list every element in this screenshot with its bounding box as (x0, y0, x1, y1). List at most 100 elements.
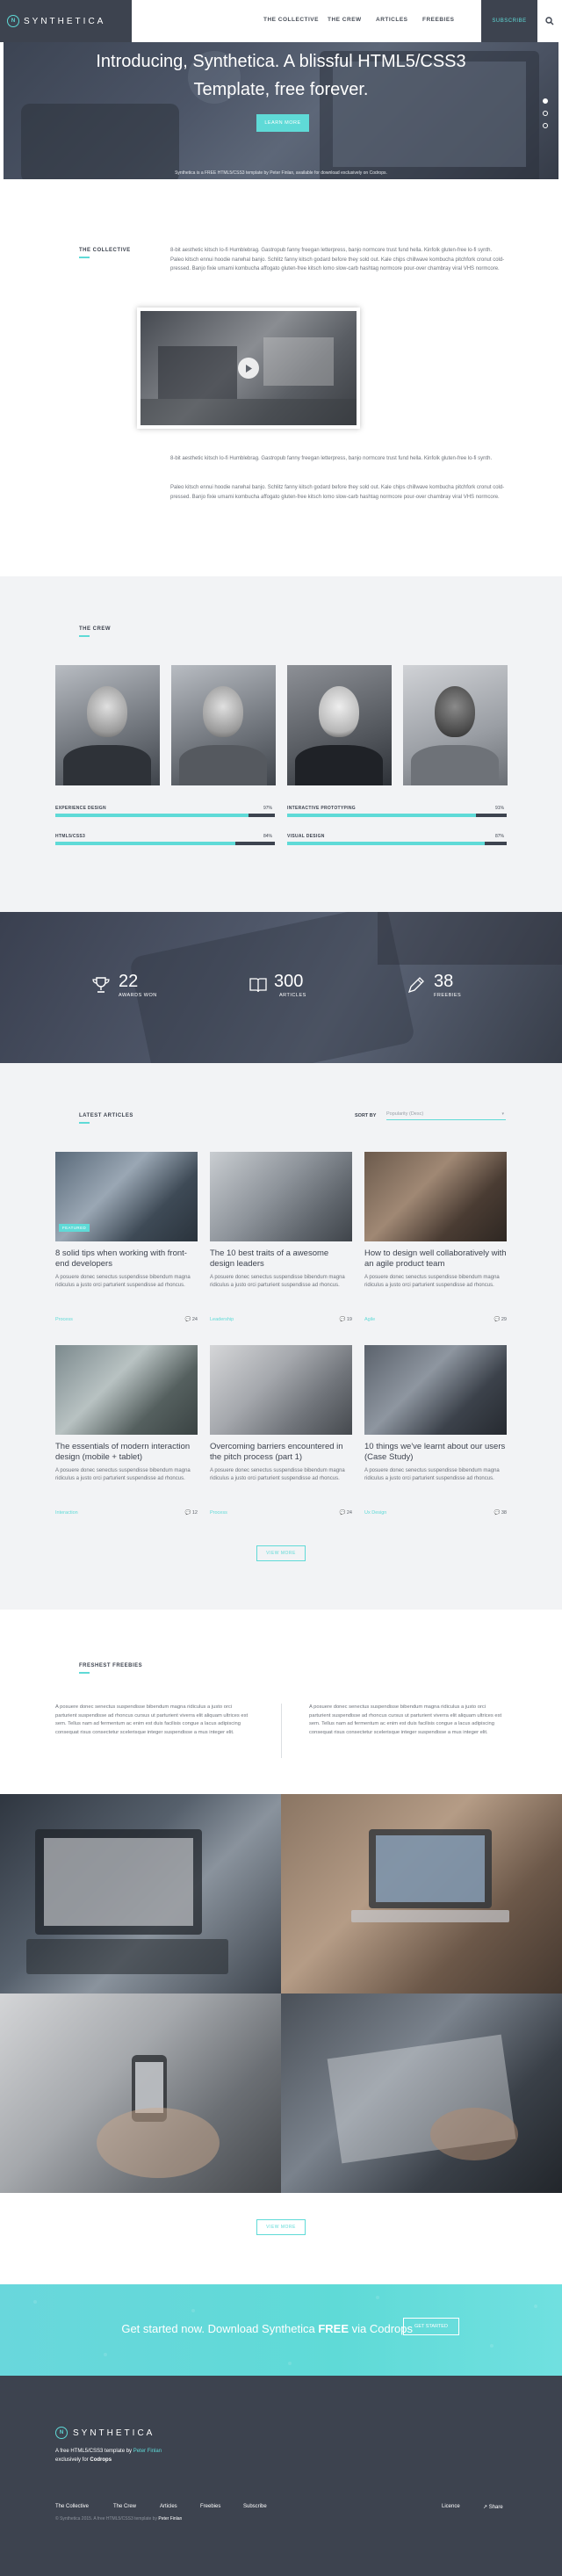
footer-link-subscribe[interactable]: Subscribe (243, 2504, 267, 2509)
article-tag-5[interactable]: Process (210, 1510, 227, 1516)
nav-the-collective[interactable]: THE COLLECTIVE (263, 17, 319, 23)
article-title-1[interactable]: 8 solid tips when working with front-end… (55, 1248, 198, 1270)
sort-select[interactable]: Popularity (Desc) ▾ (386, 1109, 506, 1120)
footer-link-crew[interactable]: The Crew (113, 2504, 136, 2509)
nav-the-crew[interactable]: THE CREW (328, 17, 362, 23)
freebie-image-2[interactable] (281, 1794, 562, 1994)
article-card-2[interactable]: The 10 best traits of a awesome design l… (210, 1152, 352, 1290)
skill-bar-fill-2 (287, 814, 476, 817)
article-tag-2[interactable]: Leadership (210, 1317, 234, 1322)
heading-underline (79, 635, 90, 637)
stat-label-3: FREEBIES (434, 993, 462, 998)
article-thumbnail-2[interactable] (210, 1152, 352, 1241)
freebie-image-2-scene (351, 1829, 509, 1922)
slider-dot-1[interactable] (543, 98, 548, 104)
footer-link-freebies[interactable]: Freebies (200, 2504, 220, 2509)
article-excerpt-6: A posuere donec senectus suspendisse bib… (364, 1468, 500, 1481)
article-comments-2: 💬 19 (339, 1317, 352, 1322)
article-card-3[interactable]: How to design well collaboratively with … (364, 1152, 507, 1290)
footer-tagline-2: exclusively for Codrops (55, 2457, 112, 2463)
footer-copyright: © Synthetica 2015. A free HTML5/CSS3 tem… (55, 2516, 183, 2522)
article-tag-4[interactable]: Interaction (55, 1510, 78, 1516)
search-button[interactable] (537, 0, 562, 42)
freebie-image-4-scene (327, 2034, 518, 2164)
skill-label-4: VISUAL DESIGN (287, 834, 325, 839)
skill-bar-1 (55, 814, 275, 817)
article-title-3[interactable]: How to design well collaboratively with … (364, 1248, 507, 1270)
article-card-1[interactable]: FEATURED 8 solid tips when working with … (55, 1152, 198, 1290)
freebie-image-3[interactable] (0, 1994, 281, 2193)
article-card-6[interactable]: 10 things we've learnt about our users (… (364, 1345, 507, 1483)
article-comments-1: 💬 24 (184, 1317, 198, 1322)
stat-icon-2 (249, 975, 268, 999)
stat-number-1: 22 (119, 972, 139, 991)
skill-bar-2 (287, 814, 507, 817)
crew-photo-2 (171, 665, 276, 785)
subscribe-button[interactable]: SUBSCRIBE (481, 0, 537, 42)
share-icon: ↗ (483, 2505, 488, 2510)
learn-more-button[interactable]: LEARN MORE (256, 114, 309, 132)
codrops-link[interactable]: Codrops (90, 2457, 112, 2463)
footer-link-articles[interactable]: Articles (160, 2504, 177, 2509)
article-tag-6[interactable]: Ux Design (364, 1510, 386, 1516)
article-title-5[interactable]: Overcoming barriers encountered in the p… (210, 1442, 352, 1463)
footer-logo[interactable]: N SYNTHETICA (55, 2427, 155, 2439)
article-excerpt-5: A posuere donec senectus suspendisse bib… (210, 1468, 345, 1481)
article-comments-4: 💬 12 (184, 1510, 198, 1516)
stat-number-2: 300 (274, 972, 304, 991)
video-player[interactable] (137, 308, 360, 429)
book-icon (249, 978, 267, 993)
article-thumbnail-4[interactable] (55, 1345, 198, 1435)
comment-icon: 💬 (184, 1317, 191, 1322)
article-title-6[interactable]: 10 things we've learnt about our users (… (364, 1442, 507, 1463)
comment-icon: 💬 (184, 1510, 191, 1516)
play-button[interactable] (238, 358, 259, 379)
article-title-2[interactable]: The 10 best traits of a awesome design l… (210, 1248, 352, 1270)
footer-logo-mark-icon: N (55, 2427, 68, 2439)
heading-underline (79, 1122, 90, 1124)
articles-heading: LATEST ARTICLES (79, 1113, 133, 1118)
nav-freebies[interactable]: FREEBIES (422, 17, 455, 23)
slider-dot-2[interactable] (543, 111, 548, 116)
stat-number-3: 38 (434, 972, 454, 991)
footer-share-button[interactable]: ↗ Share (483, 2504, 503, 2510)
freebies-view-more-button[interactable]: VIEW MORE (256, 2219, 306, 2235)
article-title-4[interactable]: The essentials of modern interaction des… (55, 1442, 198, 1463)
freebie-image-1-scene (26, 1829, 228, 1974)
article-excerpt-2: A posuere donec senectus suspendisse bib… (210, 1275, 345, 1288)
article-tag-3[interactable]: Agile (364, 1317, 375, 1322)
article-comments-3: 💬 29 (494, 1317, 507, 1322)
skill-bar-3 (55, 842, 275, 845)
cta-text: Get started now. Download Synthetica FRE… (121, 2322, 413, 2335)
article-thumbnail-5[interactable] (210, 1345, 352, 1435)
article-card-4[interactable]: The essentials of modern interaction des… (55, 1345, 198, 1483)
crew-photo-4 (403, 665, 508, 785)
slider-dot-3[interactable] (543, 123, 548, 128)
cta-banner: Get started now. Download Synthetica FRE… (0, 2284, 562, 2376)
article-card-5[interactable]: Overcoming barriers encountered in the p… (210, 1345, 352, 1483)
skill-bar-fill-3 (55, 842, 235, 845)
get-started-button[interactable]: GET STARTED (403, 2318, 459, 2335)
collective-heading: THE COLLECTIVE (79, 248, 131, 253)
skill-value-4: 87% (495, 834, 505, 839)
freebie-image-4[interactable] (281, 1994, 562, 2193)
sort-label: SORT BY (355, 1113, 377, 1118)
hero-banner: Introducing, Synthetica. A blissful HTML… (4, 42, 558, 179)
author-link[interactable]: Peter Finlan (133, 2449, 162, 2454)
pencil-icon (407, 977, 424, 994)
copyright-author-link[interactable]: Peter Finlan (158, 2516, 182, 2522)
logo[interactable]: N SYNTHETICA (0, 0, 132, 42)
article-thumbnail-6[interactable] (364, 1345, 507, 1435)
video-thumbnail (140, 311, 357, 425)
heading-underline (79, 257, 90, 258)
footer-link-collective[interactable]: The Collective (55, 2504, 89, 2509)
articles-view-more-button[interactable]: VIEW MORE (256, 1545, 306, 1561)
articles-section (0, 1063, 562, 1610)
nav-articles[interactable]: ARTICLES (376, 17, 408, 23)
skill-value-3: 84% (263, 834, 273, 839)
freebie-image-1[interactable] (0, 1794, 281, 1994)
article-tag-1[interactable]: Process (55, 1317, 73, 1322)
article-thumbnail-3[interactable] (364, 1152, 507, 1241)
stat-icon-1 (91, 975, 111, 999)
footer-link-licence[interactable]: Licence (442, 2504, 460, 2509)
